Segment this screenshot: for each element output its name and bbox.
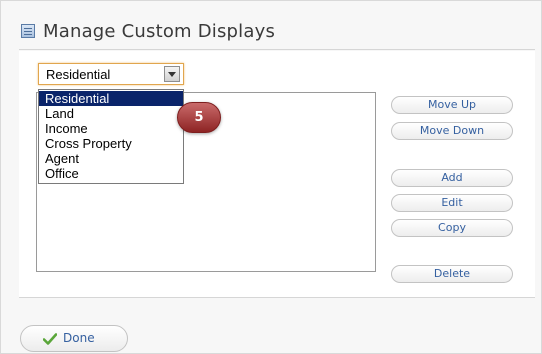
add-button[interactable]: Add: [391, 169, 513, 187]
checkmark-icon: [43, 333, 57, 345]
display-type-select[interactable]: Residential: [38, 63, 184, 85]
title-divider: [19, 49, 535, 50]
list-window-icon: [21, 24, 35, 38]
dropdown-option-land[interactable]: Land: [39, 106, 183, 121]
done-button[interactable]: Done: [20, 325, 128, 352]
step-callout-badge: 5: [177, 102, 221, 133]
chevron-down-icon[interactable]: [164, 66, 180, 82]
copy-button[interactable]: Copy: [391, 219, 513, 237]
step-callout-number: 5: [194, 110, 204, 125]
dropdown-option-income[interactable]: Income: [39, 121, 183, 136]
dialog-title-bar: Manage Custom Displays: [21, 18, 275, 44]
dialog-title: Manage Custom Displays: [43, 20, 276, 42]
display-type-dropdown-list: Residential Land Income Cross Property A…: [38, 89, 184, 184]
dropdown-option-office[interactable]: Office: [39, 166, 183, 181]
delete-button[interactable]: Delete: [391, 265, 513, 283]
dropdown-option-cross-property[interactable]: Cross Property: [39, 136, 183, 151]
move-down-button[interactable]: Move Down: [391, 122, 513, 140]
move-up-button[interactable]: Move Up: [391, 96, 513, 114]
dropdown-option-agent[interactable]: Agent: [39, 151, 183, 166]
edit-button[interactable]: Edit: [391, 194, 513, 212]
display-type-select-value: Residential: [46, 67, 111, 82]
done-button-label: Done: [63, 331, 95, 345]
dropdown-option-residential[interactable]: Residential: [39, 91, 183, 106]
